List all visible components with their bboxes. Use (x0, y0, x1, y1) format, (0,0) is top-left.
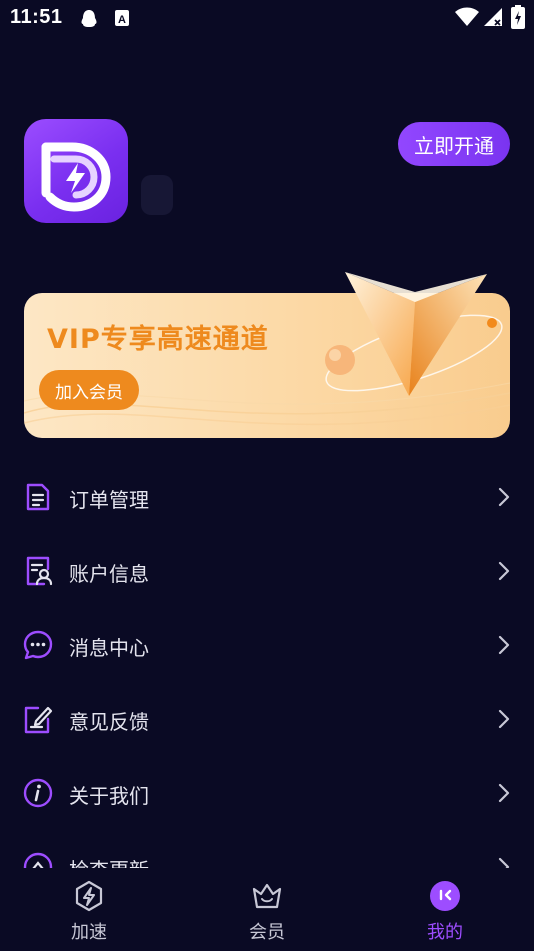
account-info-icon (26, 556, 53, 586)
update-icon (23, 852, 53, 868)
nav-label: 会员 (249, 922, 285, 943)
wifi-icon (455, 7, 479, 31)
status-time: 11:51 (10, 6, 63, 28)
chevron-right-icon (498, 783, 510, 803)
vip-v-emblem-icon (345, 272, 487, 396)
menu-item-feedback[interactable]: 意见反馈 (0, 682, 534, 756)
menu-item-messages[interactable]: 消息中心 (0, 608, 534, 682)
chevron-right-icon (498, 487, 510, 507)
chevron-right-icon (498, 561, 510, 581)
message-icon (23, 630, 53, 660)
crown-icon (252, 883, 282, 909)
username-placeholder (141, 175, 173, 215)
feedback-edit-icon (24, 706, 53, 734)
nav-label: 加速 (71, 922, 107, 943)
menu-item-orders[interactable]: 订单管理 (0, 460, 534, 534)
vip-banner-title: VIP专享高速通道 (47, 324, 269, 355)
a-notification-icon: A (114, 9, 130, 31)
app-logo (24, 119, 128, 223)
order-list-icon (26, 483, 50, 511)
profile-icon (430, 881, 460, 911)
qq-icon (80, 9, 98, 33)
nav-label: 我的 (427, 922, 463, 943)
info-icon (23, 778, 53, 808)
bottom-nav: 加速 会员 我的 (0, 868, 534, 951)
battery-icon (511, 5, 525, 33)
menu-label: 关于我们 (69, 784, 149, 808)
signal-icon (481, 7, 503, 31)
status-bar: 11:51 A (0, 0, 534, 36)
menu-label: 账户信息 (69, 562, 149, 586)
menu-label: 意见反馈 (69, 710, 149, 734)
menu-item-check-update[interactable]: 检查更新 (0, 830, 534, 868)
menu-label: 消息中心 (69, 636, 149, 660)
menu-list: 订单管理 账户信息 消息中心 意见反馈 关于我们 (0, 460, 534, 868)
menu-item-account[interactable]: 账户信息 (0, 534, 534, 608)
join-membership-button[interactable]: 加入会员 (39, 370, 139, 410)
nav-tab-mine[interactable]: 我的 (385, 868, 505, 951)
svg-text:A: A (118, 14, 126, 26)
activate-now-button[interactable]: 立即开通 (398, 122, 510, 166)
menu-label: 订单管理 (69, 488, 149, 512)
chevron-right-icon (498, 709, 510, 729)
nav-tab-accelerate[interactable]: 加速 (29, 868, 149, 951)
nav-tab-membership[interactable]: 会员 (207, 868, 327, 951)
lightning-icon (75, 880, 103, 912)
menu-item-about[interactable]: 关于我们 (0, 756, 534, 830)
chevron-right-icon (498, 857, 510, 868)
menu-label: 检查更新 (69, 854, 149, 868)
chevron-right-icon (498, 635, 510, 655)
